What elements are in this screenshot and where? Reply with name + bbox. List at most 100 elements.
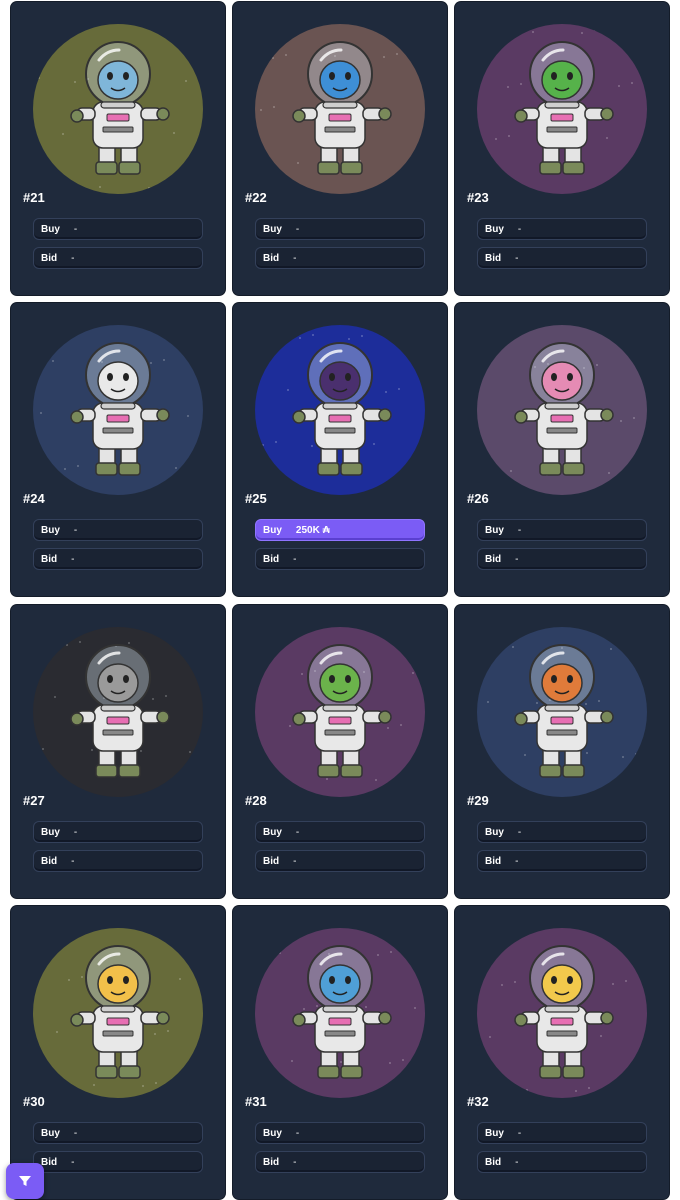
nft-number: #31	[245, 1094, 267, 1109]
nft-grid: #21 Buy - Bid - #22 Buy - Bid - #23 Buy …	[0, 0, 680, 1200]
buy-price: -	[73, 524, 78, 536]
buy-button[interactable]: Buy -	[33, 821, 203, 843]
bid-label: Bid	[263, 855, 280, 867]
bid-button[interactable]: Bid -	[33, 1151, 203, 1173]
buy-price: -	[295, 826, 300, 838]
buy-price: 250K ₳	[295, 524, 330, 536]
buy-button[interactable]: Buy -	[33, 519, 203, 541]
bid-price: -	[71, 855, 75, 867]
nft-number: #23	[467, 190, 489, 205]
nft-card[interactable]: #26 Buy - Bid -	[455, 303, 669, 596]
nft-card[interactable]: #30 Buy - Bid -	[11, 906, 225, 1199]
buy-button[interactable]: Buy 250K ₳	[255, 519, 425, 541]
nft-number: #29	[467, 793, 489, 808]
buy-label: Buy	[41, 1127, 60, 1139]
nft-card[interactable]: #24 Buy - Bid -	[11, 303, 225, 596]
nft-number: #28	[245, 793, 267, 808]
bid-button[interactable]: Bid -	[477, 247, 647, 269]
buy-button[interactable]: Buy -	[477, 821, 647, 843]
nft-number: #24	[23, 491, 45, 506]
buy-label: Buy	[485, 1127, 504, 1139]
buy-label: Buy	[485, 223, 504, 235]
elephant-astronaut-image[interactable]	[33, 627, 203, 797]
nft-number: #27	[23, 793, 45, 808]
tiger-astronaut-image[interactable]	[33, 928, 203, 1098]
cat-astronaut-image[interactable]	[255, 928, 425, 1098]
nft-card[interactable]: #28 Buy - Bid -	[233, 605, 447, 898]
nft-number: #25	[245, 491, 267, 506]
buy-price: -	[73, 826, 78, 838]
buy-price: -	[517, 826, 522, 838]
bid-button[interactable]: Bid -	[477, 850, 647, 872]
nft-card[interactable]: #25 Buy 250K ₳ Bid -	[233, 303, 447, 596]
filter-icon	[19, 1176, 31, 1186]
bid-button[interactable]: Bid -	[33, 247, 203, 269]
bid-label: Bid	[41, 1156, 58, 1168]
blue-tiger-astronaut-image[interactable]	[33, 24, 203, 194]
bid-price: -	[293, 1156, 297, 1168]
bid-price: -	[515, 855, 519, 867]
parrot-astronaut-image[interactable]	[255, 24, 425, 194]
buy-button[interactable]: Buy -	[255, 1122, 425, 1144]
bid-label: Bid	[41, 252, 58, 264]
buy-label: Buy	[41, 524, 60, 536]
bid-button[interactable]: Bid -	[477, 548, 647, 570]
bid-label: Bid	[41, 553, 58, 565]
parrot-astronaut-image[interactable]	[477, 24, 647, 194]
bid-price: -	[293, 252, 297, 264]
bid-label: Bid	[485, 855, 502, 867]
buy-label: Buy	[485, 826, 504, 838]
bid-label: Bid	[485, 252, 502, 264]
bid-label: Bid	[41, 855, 58, 867]
tiger-astronaut-image[interactable]	[477, 627, 647, 797]
dark-helmet-astronaut-image[interactable]	[255, 325, 425, 495]
buy-price: -	[295, 1127, 300, 1139]
bid-button[interactable]: Bid -	[255, 850, 425, 872]
buy-label: Buy	[263, 1127, 282, 1139]
buy-label: Buy	[263, 223, 282, 235]
nft-number: #21	[23, 190, 45, 205]
bid-label: Bid	[485, 1156, 502, 1168]
buy-label: Buy	[41, 223, 60, 235]
bid-label: Bid	[263, 1156, 280, 1168]
bid-button[interactable]: Bid -	[255, 247, 425, 269]
bid-button[interactable]: Bid -	[33, 850, 203, 872]
buy-price: -	[517, 524, 522, 536]
buy-button[interactable]: Buy -	[255, 218, 425, 240]
dog-astronaut-image[interactable]	[33, 325, 203, 495]
bid-button[interactable]: Bid -	[477, 1151, 647, 1173]
buy-button[interactable]: Buy -	[33, 1122, 203, 1144]
buy-button[interactable]: Buy -	[255, 821, 425, 843]
nft-card[interactable]: #27 Buy - Bid -	[11, 605, 225, 898]
nft-card[interactable]: #31 Buy - Bid -	[233, 906, 447, 1199]
frog-astronaut-image[interactable]	[255, 627, 425, 797]
buy-label: Buy	[263, 524, 282, 536]
nft-card[interactable]: #22 Buy - Bid -	[233, 2, 447, 295]
nft-card[interactable]: #23 Buy - Bid -	[455, 2, 669, 295]
buy-price: -	[73, 1127, 78, 1139]
robot-astronaut-image[interactable]	[477, 928, 647, 1098]
bid-button[interactable]: Bid -	[255, 548, 425, 570]
nft-number: #22	[245, 190, 267, 205]
buy-button[interactable]: Buy -	[477, 218, 647, 240]
bid-button[interactable]: Bid -	[255, 1151, 425, 1173]
bid-price: -	[515, 252, 519, 264]
bid-label: Bid	[485, 553, 502, 565]
nft-card[interactable]: #29 Buy - Bid -	[455, 605, 669, 898]
lion-astronaut-image[interactable]	[477, 325, 647, 495]
buy-button[interactable]: Buy -	[477, 1122, 647, 1144]
bid-label: Bid	[263, 553, 280, 565]
bid-price: -	[71, 1156, 75, 1168]
buy-button[interactable]: Buy -	[33, 218, 203, 240]
filter-button[interactable]	[6, 1163, 44, 1199]
buy-price: -	[73, 223, 78, 235]
nft-card[interactable]: #32 Buy - Bid -	[455, 906, 669, 1199]
bid-price: -	[293, 553, 297, 565]
nft-card[interactable]: #21 Buy - Bid -	[11, 2, 225, 295]
nft-number: #32	[467, 1094, 489, 1109]
buy-price: -	[517, 223, 522, 235]
bid-label: Bid	[263, 252, 280, 264]
bid-button[interactable]: Bid -	[33, 548, 203, 570]
buy-label: Buy	[263, 826, 282, 838]
buy-button[interactable]: Buy -	[477, 519, 647, 541]
